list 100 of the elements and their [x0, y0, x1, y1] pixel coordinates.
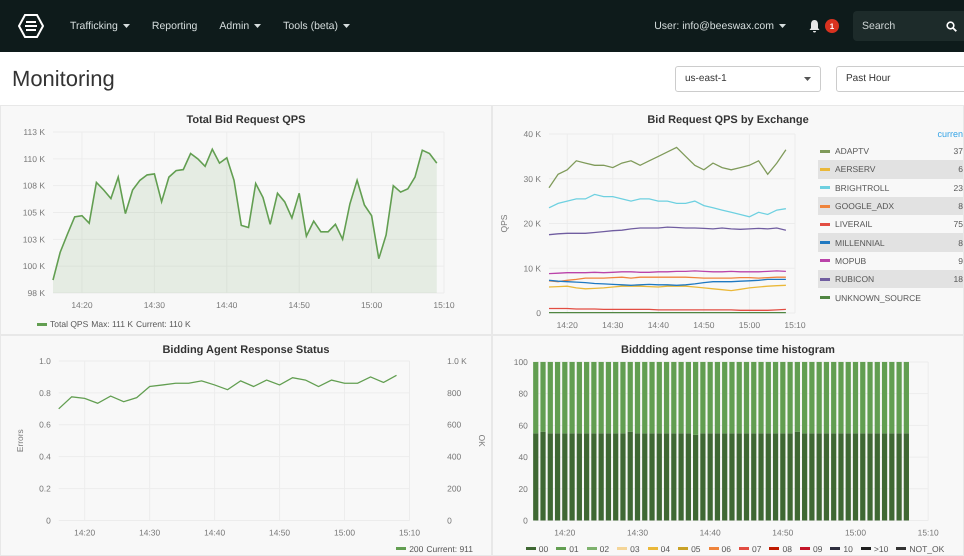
series-name[interactable]: 05 [691, 544, 701, 554]
x-tick-label: 14:20 [556, 320, 578, 330]
legend-row[interactable]: MILLENNIAL 8 [818, 233, 963, 252]
series-value: 23 [954, 182, 963, 193]
y-tick-label: 113 K [23, 127, 45, 137]
x-tick-label: 14:40 [216, 300, 238, 310]
series-name[interactable]: ADAPTV [835, 146, 870, 156]
series-name[interactable]: MILLENNIAL [835, 238, 885, 248]
y-tick-label: 0 [46, 515, 51, 526]
panel-title: Bidding Agent Response Status [162, 344, 330, 356]
user-menu[interactable]: User: info@beeswax.com [654, 20, 786, 32]
series-value: 6 [958, 164, 963, 174]
series-name[interactable]: UNKNOWN_SOURCE [835, 292, 921, 303]
y-tick-label: 1.0 K [447, 356, 467, 366]
x-tick-label: 14:50 [288, 300, 310, 310]
series-name[interactable]: BRIGHTROLL [835, 182, 890, 193]
series-name[interactable]: 04 [660, 544, 670, 554]
y-tick-label: 200 [447, 483, 462, 494]
y-tick-label: 103 K [22, 234, 45, 244]
series-name[interactable]: 09 [812, 544, 822, 554]
series-name[interactable]: Total QPS [50, 319, 88, 329]
series-value: 18 [954, 274, 963, 284]
series-name[interactable]: NOT_OK [909, 544, 944, 554]
axis-title: OK [476, 434, 487, 447]
y-tick-label: 800 [447, 388, 462, 398]
y-tick-label: 0.4 [39, 451, 51, 462]
x-tick-label: 14:20 [554, 527, 576, 538]
nav-menu-item[interactable]: Reporting [152, 20, 198, 32]
search-icon[interactable] [946, 21, 957, 32]
y-tick-label: 0.2 [39, 483, 51, 494]
series-value: 37 [954, 146, 963, 156]
x-tick-label: 14:30 [139, 527, 160, 538]
y-tick-label: 80 [518, 388, 528, 398]
series-name[interactable]: AERSERV [835, 164, 876, 174]
series-name[interactable]: 03 [630, 544, 640, 554]
series-name[interactable]: 06 [722, 544, 732, 554]
series-name[interactable]: 00 [538, 544, 548, 554]
series-name[interactable]: >10 [874, 544, 888, 554]
caret-icon [804, 76, 811, 80]
y-tick-label: 40 [518, 452, 528, 462]
legend-row[interactable]: RUBICON 18 [818, 270, 963, 288]
y-tick-label: 400 [447, 451, 462, 462]
series-name[interactable]: RUBICON [835, 274, 874, 284]
dropdown-select[interactable]: us-east-1 [675, 66, 821, 92]
x-tick-label: 14:40 [648, 320, 669, 330]
x-tick-label: 14:30 [144, 300, 165, 310]
x-tick-label: 14:30 [626, 527, 648, 538]
page-title: Monitoring [12, 66, 115, 92]
panel-title: Bid Request QPS by Exchange [647, 114, 809, 126]
nav-menu-item[interactable]: Trafficking [70, 20, 130, 32]
series-current: Current: 110 K [136, 319, 191, 329]
x-tick-label: 14:30 [602, 320, 624, 330]
legend-row[interactable]: GOOGLE_ADX 8 [818, 196, 963, 216]
series-name[interactable]: 02 [600, 544, 610, 554]
panel-title: Total Bid Request QPS [186, 114, 306, 126]
x-tick-label: 14:20 [71, 300, 93, 310]
y-tick-label: 20 [518, 484, 528, 494]
y-tick-label: 0.8 [39, 388, 51, 398]
y-tick-label: 1.0 [39, 356, 51, 366]
panel-title: Biddding agent response time histogram [621, 344, 835, 356]
series-value: 9 [958, 256, 963, 266]
series-name[interactable]: MOPUB [835, 256, 866, 266]
x-tick-label: 14:50 [693, 320, 715, 330]
series-name[interactable]: LIVERAIL [835, 219, 872, 230]
y-tick-label: 30 K [524, 174, 541, 184]
series-name[interactable]: 07 [752, 544, 762, 554]
series-value: 8 [958, 201, 963, 212]
y-tick-label: 20 K [524, 218, 541, 228]
legend-row[interactable]: AERSERV 6 [818, 160, 963, 179]
y-tick-label: 10 K [524, 263, 541, 274]
series-name[interactable]: 200 [409, 544, 424, 554]
x-tick-label: 15:00 [360, 300, 382, 310]
series-name[interactable]: 10 [843, 544, 853, 554]
bell-icon[interactable] [808, 19, 821, 33]
x-tick-label: 15:10 [918, 527, 939, 538]
series-name[interactable]: 08 [782, 544, 792, 554]
nav-menu-item[interactable]: Admin [219, 20, 262, 32]
x-tick-label: 14:50 [269, 527, 290, 538]
y-tick-label: 100 K [22, 261, 45, 272]
series-name[interactable]: 01 [569, 544, 579, 554]
series-name[interactable]: GOOGLE_ADX [835, 201, 894, 212]
logo-icon[interactable] [18, 13, 44, 39]
x-tick-label: 15:10 [784, 320, 806, 330]
y-tick-label: 105 K [22, 208, 45, 218]
series-value: 8 [958, 238, 963, 248]
y-tick-label: 40 K [524, 129, 541, 139]
notification-badge: 1 [825, 19, 839, 33]
nav-menu-item[interactable]: Tools (beta) [283, 20, 350, 32]
dropdown-select[interactable]: Past Hour [836, 66, 964, 92]
axis-title: Errors [15, 429, 26, 452]
y-tick-label: 110 K [23, 154, 45, 164]
search-field[interactable]: Search [853, 11, 964, 41]
y-tick-label: 0.6 [39, 420, 51, 430]
y-tick-label: 600 [447, 420, 462, 430]
series-current: Current: 911 [426, 544, 473, 554]
x-tick-label: 14:20 [74, 527, 96, 538]
x-tick-label: 14:40 [204, 527, 226, 538]
x-tick-label: 15:00 [738, 320, 760, 330]
axis-title: QPS [499, 214, 509, 232]
x-tick-label: 14:50 [772, 527, 794, 538]
